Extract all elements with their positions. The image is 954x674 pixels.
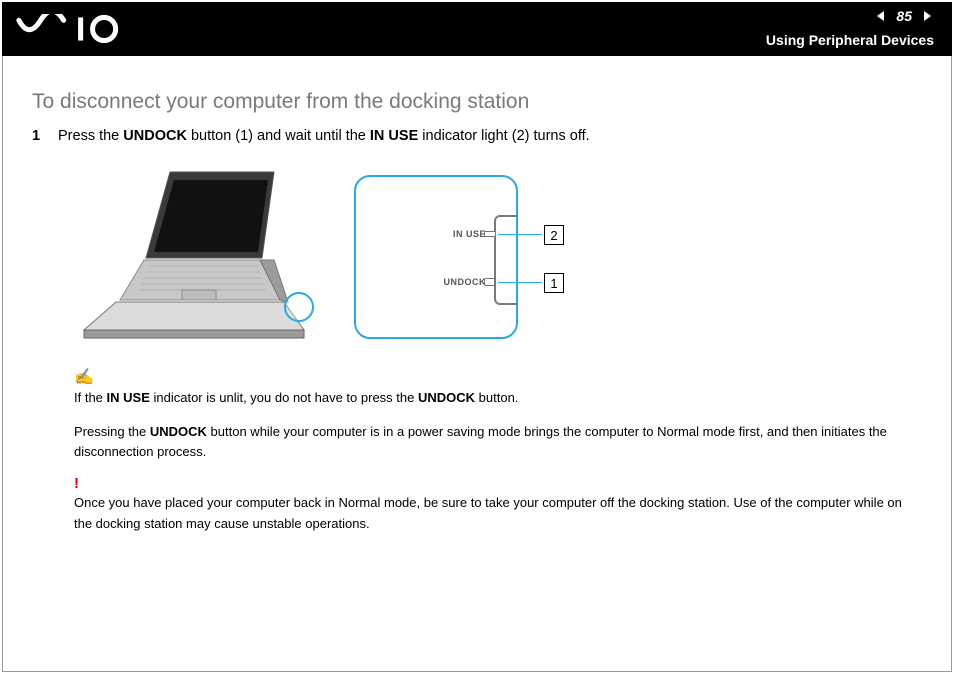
- leader-line: [498, 234, 542, 235]
- leader-line: [498, 282, 542, 283]
- step-number: 1: [32, 128, 44, 144]
- note-text: If the IN USE indicator is unlit, you do…: [74, 388, 922, 408]
- callout-hotspot: [284, 292, 314, 322]
- callout-panel: IN USE UNDOCK 2 1: [354, 175, 518, 339]
- label-undock: UNDOCK: [444, 277, 487, 287]
- callout-tag-2: 2: [544, 225, 564, 245]
- step-item: 1 Press the UNDOCK button (1) and wait u…: [32, 128, 922, 144]
- steps-list: 1 Press the UNDOCK button (1) and wait u…: [32, 128, 922, 144]
- dock-edge: [494, 215, 518, 305]
- vaio-logo: [16, 14, 146, 44]
- figure: IN USE UNDOCK 2 1: [74, 162, 922, 352]
- prev-page-icon[interactable]: [874, 9, 888, 23]
- warning-icon: !: [74, 476, 922, 491]
- page-number: 85: [896, 8, 912, 24]
- next-page-icon[interactable]: [920, 9, 934, 23]
- step-text: Press the UNDOCK button (1) and wait unt…: [58, 128, 590, 144]
- in-use-led-icon: [484, 231, 496, 237]
- label-in-use: IN USE: [453, 229, 486, 239]
- section-title: Using Peripheral Devices: [766, 32, 934, 48]
- note-text: Pressing the UNDOCK button while your co…: [74, 422, 922, 462]
- page-content: To disconnect your computer from the doc…: [32, 90, 922, 548]
- note-icon: ✍: [74, 370, 922, 386]
- page-header: 85 Using Peripheral Devices: [2, 2, 952, 56]
- undock-button-icon: [484, 278, 496, 286]
- page-nav: 85: [874, 8, 934, 24]
- notes-block: ✍ If the IN USE indicator is unlit, you …: [74, 370, 922, 534]
- warning-text: Once you have placed your computer back …: [74, 493, 922, 533]
- laptop-illustration: [74, 162, 324, 352]
- callout-tag-1: 1: [544, 273, 564, 293]
- page-heading: To disconnect your computer from the doc…: [32, 90, 922, 114]
